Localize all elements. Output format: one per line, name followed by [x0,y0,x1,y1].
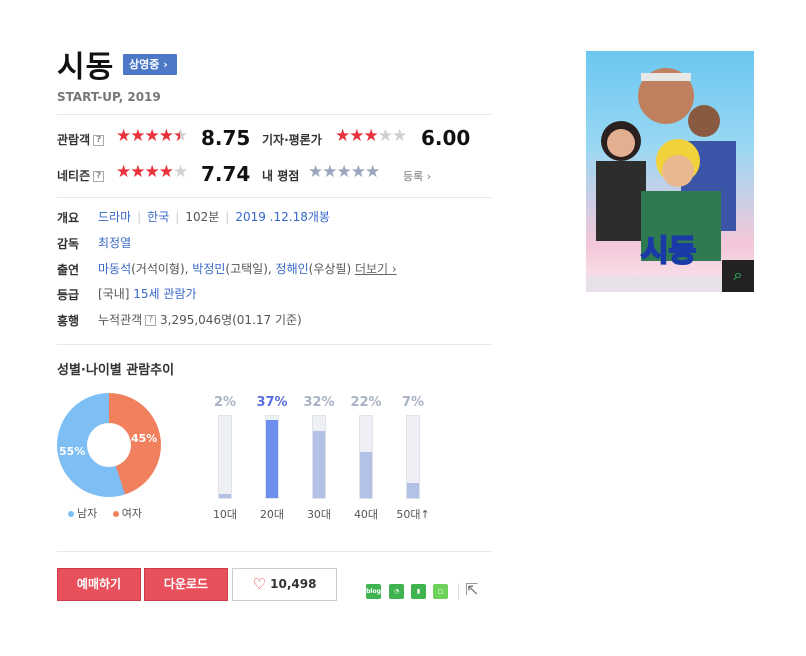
netizen-label-text: 네티즌 [57,169,91,183]
netizen-score: 7.74 [201,162,251,186]
critic-rating-label: 기자·평론가 [262,133,322,147]
pie-center [87,423,131,467]
reserve-button[interactable]: 예매하기 [57,568,141,601]
audience-score: 8.75 [201,126,251,150]
info-director: 최정열 [98,234,131,251]
info-cast: 마동석(거석이형), 박정민(고택일), 정해인(우상필) 더보기 › [98,260,397,277]
male-dot-icon [68,511,74,517]
info-label-director: 감독 [57,237,80,251]
runtime: 102분 [185,210,220,224]
poster-title-text: 시동 [641,234,696,269]
audience-rating-label: 관람객? [57,131,105,148]
bookmark-icon[interactable]: ▮ [411,584,426,599]
grade-prefix: [국내] [98,287,130,301]
boxoffice-value: 3,295,046명(01.17 기준) [160,313,302,327]
age-bar-track [406,415,420,499]
heart-icon: ♡ [252,575,266,593]
age-bar-track [312,415,326,499]
critic-score: 6.00 [421,126,471,150]
info-overview: 드라마 | 한국 | 102분 | 2019 .12.18개봉 [98,210,330,224]
divider [57,197,492,198]
age-pct-label: 32% [303,395,335,410]
info-label-overview: 개요 [57,211,80,225]
divider [57,114,492,115]
age-bar [313,431,325,498]
audience-label-text: 관람객 [57,133,91,147]
age-bar [266,420,278,498]
band-icon[interactable]: ◔ [389,584,404,599]
age-label: 40대 [353,508,379,521]
boxoffice-prefix: 누적관객 [98,313,143,327]
male-legend-label: 남자 [77,507,98,520]
male-pct-label: 55% [59,445,86,458]
grade-link[interactable]: 15세 관람가 [133,287,196,301]
age-bar-track [359,415,373,499]
help-icon[interactable]: ? [93,171,105,182]
netizen-stars: ★★★★★ [116,162,188,182]
info-label-boxoffice: 흥행 [57,314,80,328]
info-grade: [국내] 15세 관람가 [98,285,197,302]
cast-link[interactable]: 정해인 [276,262,309,276]
cast-role: (우상필) [308,262,355,276]
age-pct-label: 2% [213,395,237,410]
square-icon[interactable]: □ [433,584,448,599]
age-pct-label: 22% [350,395,382,410]
like-button[interactable]: ♡ 10,498 [232,568,337,601]
register-rating-link[interactable]: 등록 › [403,168,431,184]
audience-stars: ★★★★★ [116,126,188,146]
age-bar-track [265,415,279,499]
like-count: 10,498 [270,577,317,591]
genre-link[interactable]: 드라마 [98,210,131,224]
help-icon[interactable]: ? [93,135,105,146]
more-cast-link[interactable]: 더보기 › [355,262,397,276]
country-link[interactable]: 한국 [147,210,169,224]
divider [458,583,459,600]
divider [57,551,492,552]
director-link[interactable]: 최정열 [98,236,131,250]
info-boxoffice: 누적관객? 3,295,046명(01.17 기준) [98,311,302,328]
status-badge[interactable]: 상영중 › [123,54,177,75]
info-label-grade: 등급 [57,288,80,302]
demographics-title: 성별·나이별 관람추이 [57,363,175,378]
age-pct-label: 37% [256,395,288,410]
share-icon[interactable]: ⇱ [465,580,478,599]
age-label: 30대 [306,508,332,521]
zoom-icon[interactable]: ⌕ [722,260,754,292]
netizen-rating-label: 네티즌? [57,167,105,184]
age-bar-track [218,415,232,499]
cast-role: (거석이형), [131,262,193,276]
age-label: 50대↑ [396,508,430,521]
download-button[interactable]: 다운로드 [144,568,228,601]
female-legend-label: 여자 [121,507,142,520]
age-label: 20대 [259,508,285,521]
my-rating-stars[interactable]: ★★★★★ [308,164,380,181]
my-rating-label: 내 평점 [262,169,300,183]
age-label: 10대 [212,508,238,521]
age-bar [407,483,419,498]
gender-legend: 남자 여자 [68,505,142,521]
cast-link[interactable]: 마동석 [98,262,131,276]
female-dot-icon [112,511,119,517]
critic-stars: ★★★★★ [335,126,407,146]
cast-link[interactable]: 박정민 [192,262,225,276]
female-pct-label: 45% [131,432,158,445]
divider [57,344,492,345]
help-icon[interactable]: ? [145,315,157,326]
blog-icon[interactable]: blog [366,584,381,599]
movie-title: 시동 [57,50,115,85]
movie-poster[interactable]: 시동 [586,51,754,292]
poster-art: 시동 [586,68,754,292]
age-bar [219,494,231,498]
release-date-link[interactable]: 2019 .12.18개봉 [235,210,330,224]
age-pct-label: 7% [401,395,425,410]
info-label-cast: 출연 [57,263,80,277]
movie-subtitle: START-UP, 2019 [57,90,161,104]
age-bar [360,452,372,498]
cast-role: (고택일), [225,262,276,276]
